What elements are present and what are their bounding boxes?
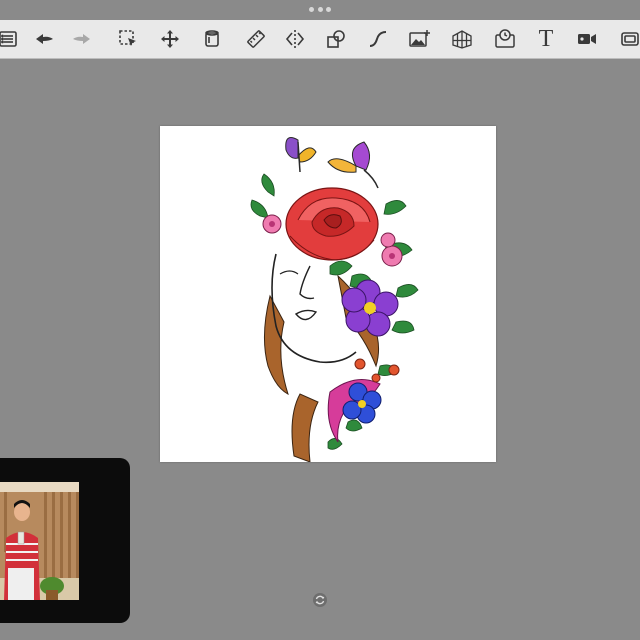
- butterfly-right-icon: [327, 141, 379, 189]
- curve-icon[interactable]: [362, 20, 394, 58]
- top-drag-handle[interactable]: [309, 6, 331, 12]
- toolbar: T: [0, 20, 640, 59]
- text-tool-label: T: [538, 26, 554, 52]
- butterfly-left-icon: [285, 137, 317, 173]
- floral-portrait-artwork: [250, 137, 419, 462]
- handle-dot: [326, 6, 331, 12]
- rose-flower: [285, 187, 379, 261]
- text-tool-icon[interactable]: T: [530, 20, 562, 58]
- timelapse-icon[interactable]: [489, 20, 521, 58]
- fill-icon[interactable]: [196, 20, 228, 58]
- selection-icon[interactable]: [112, 20, 144, 58]
- symmetry-icon[interactable]: [279, 20, 311, 58]
- shapes-icon[interactable]: [320, 20, 352, 58]
- gallery-list-icon[interactable]: [0, 20, 24, 58]
- handle-dot: [309, 6, 314, 12]
- participant-video-image: [0, 482, 79, 600]
- import-image-icon[interactable]: [403, 20, 435, 58]
- transform-icon[interactable]: [154, 20, 186, 58]
- violet-flower: [341, 279, 399, 337]
- drawing-canvas[interactable]: [160, 126, 496, 462]
- redo-icon[interactable]: [66, 20, 98, 58]
- video-record-icon[interactable]: [571, 20, 603, 58]
- fullscreen-icon[interactable]: [614, 20, 640, 58]
- undo-icon[interactable]: [28, 20, 60, 58]
- video-feed: [0, 482, 79, 600]
- ruler-icon[interactable]: [240, 20, 272, 58]
- perspective-grid-icon[interactable]: [446, 20, 478, 58]
- sync-icon[interactable]: [312, 592, 328, 608]
- handle-dot: [317, 6, 323, 12]
